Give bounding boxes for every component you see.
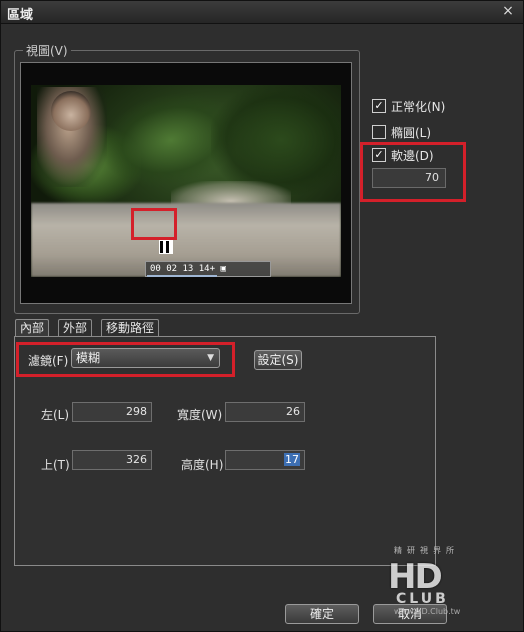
top-input[interactable]: 326 [72,450,152,470]
chevron-down-icon: ▼ [207,353,214,363]
feather-value-input[interactable]: 70 [372,168,446,188]
preview-frame: 00 02 13 14+ ▣ [20,62,352,304]
width-label: 寬度(W) [177,408,223,422]
preview-person-head [51,91,91,131]
ok-button[interactable]: 確定 [285,604,359,624]
feather-label: 軟邊(D) [391,148,434,163]
settings-button[interactable]: 設定(S) [254,350,302,370]
watermark-top-text: 精研視界所 [394,546,459,555]
height-label: 高度(H) [181,458,224,472]
tab-outside[interactable]: 外部 [58,319,93,337]
window-title: 區域 [7,8,34,23]
region-dialog: 區域 × 視圖(V) 00 02 13 14+ ▣ ✓ 正常化(N) 橢圓(L)… [0,0,524,632]
height-selected-text: 17 [284,453,300,466]
watermark-logo: 精研視界所 HD CLUB www.HD.Club.tw [386,545,476,616]
height-input[interactable]: 17 [225,450,305,470]
preview-foliage-right [211,85,341,195]
watermark-club-text: CLUB [396,591,449,607]
close-icon[interactable]: × [499,2,517,20]
ellipse-label: 橢圓(L) [391,125,432,140]
feather-checkbox-row[interactable]: ✓ 軟邊(D) [372,146,434,164]
feather-checkbox[interactable]: ✓ [372,148,386,162]
title-bar: 區域 × [1,1,523,24]
left-input[interactable]: 298 [72,402,152,422]
tab-inside[interactable]: 內部 [15,319,50,337]
left-label: 左(L) [41,408,70,422]
watermark-url-text: www.HD.Club.tw [394,607,461,616]
normalize-checkbox-row[interactable]: ✓ 正常化(N) [372,97,445,115]
view-group-label: 視圖(V) [23,42,71,59]
width-input[interactable]: 26 [225,402,305,422]
ellipse-checkbox[interactable] [372,125,386,139]
filter-selected-value: 模糊 [76,351,101,365]
filter-label: 濾鏡(F) [28,354,69,368]
top-label: 上(T) [41,458,70,472]
preview-image[interactable]: 00 02 13 14+ ▣ [31,85,341,277]
normalize-label: 正常化(N) [391,99,446,114]
filter-dropdown[interactable]: 模糊 ▼ [71,348,220,368]
normalize-checkbox[interactable]: ✓ [372,99,386,113]
preview-timecode-bar [147,275,217,277]
region-handle-icon[interactable] [159,240,173,254]
ellipse-checkbox-row[interactable]: 橢圓(L) [372,123,431,141]
tab-motion-path[interactable]: 移動路徑 [101,319,160,337]
